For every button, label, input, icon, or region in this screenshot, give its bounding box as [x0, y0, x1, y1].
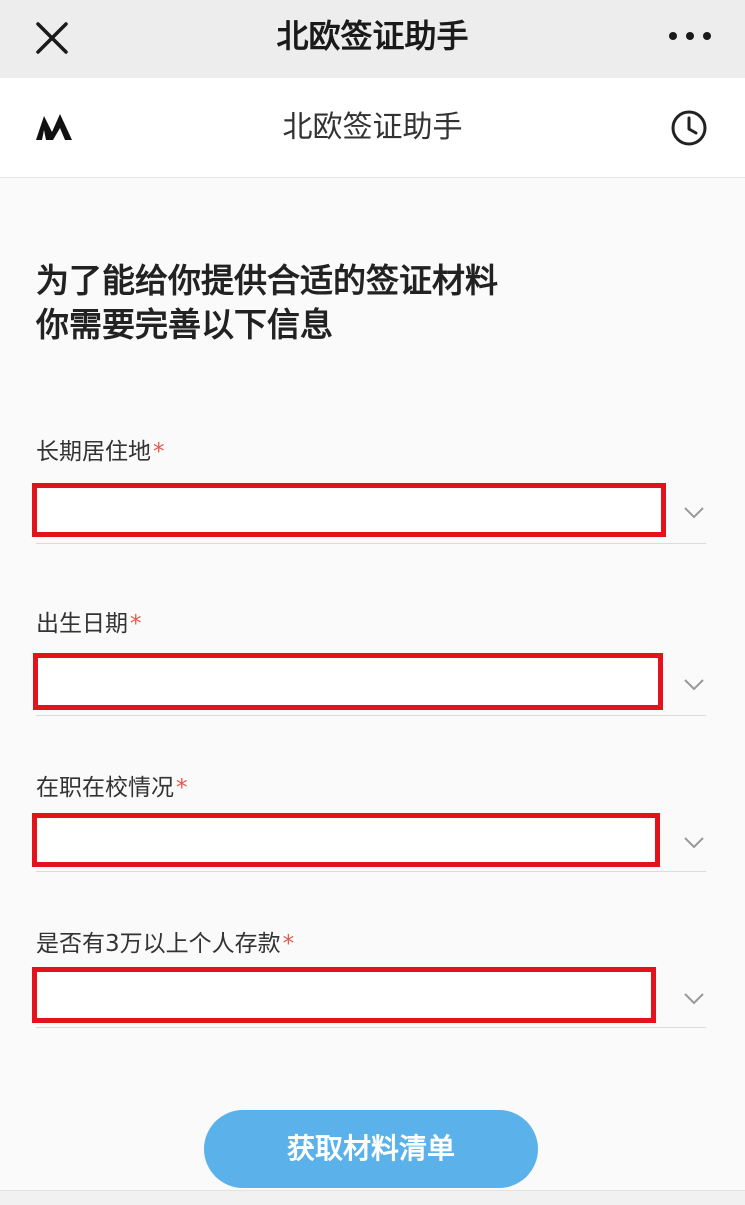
birthdate-select[interactable]	[33, 653, 706, 716]
residence-select[interactable]	[32, 481, 706, 544]
chevron-down-icon	[684, 993, 704, 1005]
required-mark: *	[176, 775, 188, 801]
birthdate-value	[33, 653, 663, 710]
savings-select[interactable]	[32, 967, 706, 1028]
bottom-divider	[0, 1190, 745, 1205]
required-mark: *	[153, 439, 165, 465]
intro-text: 为了能给你提供合适的签证材料 你需要完善以下信息	[36, 259, 716, 347]
savings-value	[32, 967, 656, 1023]
page-title: 北欧签证助手	[282, 110, 463, 145]
required-mark: *	[130, 611, 142, 637]
clock-icon	[671, 110, 707, 146]
field-label-text: 出生日期	[36, 611, 128, 637]
chevron-down-icon	[684, 837, 704, 849]
chevron-down-icon	[684, 679, 704, 691]
window-title: 北欧签证助手	[276, 17, 469, 55]
close-button[interactable]	[30, 16, 74, 60]
employment-value	[32, 813, 660, 867]
field-employment: 在职在校情况*	[32, 773, 706, 872]
field-label: 是否有3万以上个人存款*	[36, 929, 706, 959]
residence-value	[32, 483, 666, 537]
field-label-text: 是否有3万以上个人存款	[36, 931, 281, 957]
field-label: 出生日期*	[36, 609, 706, 639]
more-horizontal-icon	[669, 32, 711, 40]
chevron-down-icon	[684, 507, 704, 519]
close-icon	[36, 22, 68, 54]
form-area: 为了能给你提供合适的签证材料 你需要完善以下信息 长期居住地* 出生日期* 在职…	[0, 179, 745, 1190]
logo	[34, 110, 74, 142]
get-materials-button[interactable]: 获取材料清单	[204, 1110, 538, 1188]
field-label-text: 长期居住地	[36, 439, 151, 465]
field-label: 在职在校情况*	[36, 773, 706, 803]
field-birthdate: 出生日期*	[33, 609, 706, 716]
field-residence: 长期居住地*	[32, 437, 706, 544]
required-mark: *	[282, 931, 295, 957]
field-savings: 是否有3万以上个人存款*	[32, 929, 706, 1028]
history-button[interactable]	[669, 108, 709, 148]
intro-line-2: 你需要完善以下信息	[36, 305, 333, 344]
more-button[interactable]	[665, 18, 715, 54]
mafengwo-logo-icon	[36, 114, 72, 140]
field-label-text: 在职在校情况	[36, 775, 174, 801]
app-header: 北欧签证助手	[0, 78, 745, 178]
wechat-title-bar: 北欧签证助手	[0, 0, 745, 78]
field-label: 长期居住地*	[36, 437, 706, 467]
intro-line-1: 为了能给你提供合适的签证材料	[36, 261, 498, 300]
employment-select[interactable]	[32, 813, 706, 872]
